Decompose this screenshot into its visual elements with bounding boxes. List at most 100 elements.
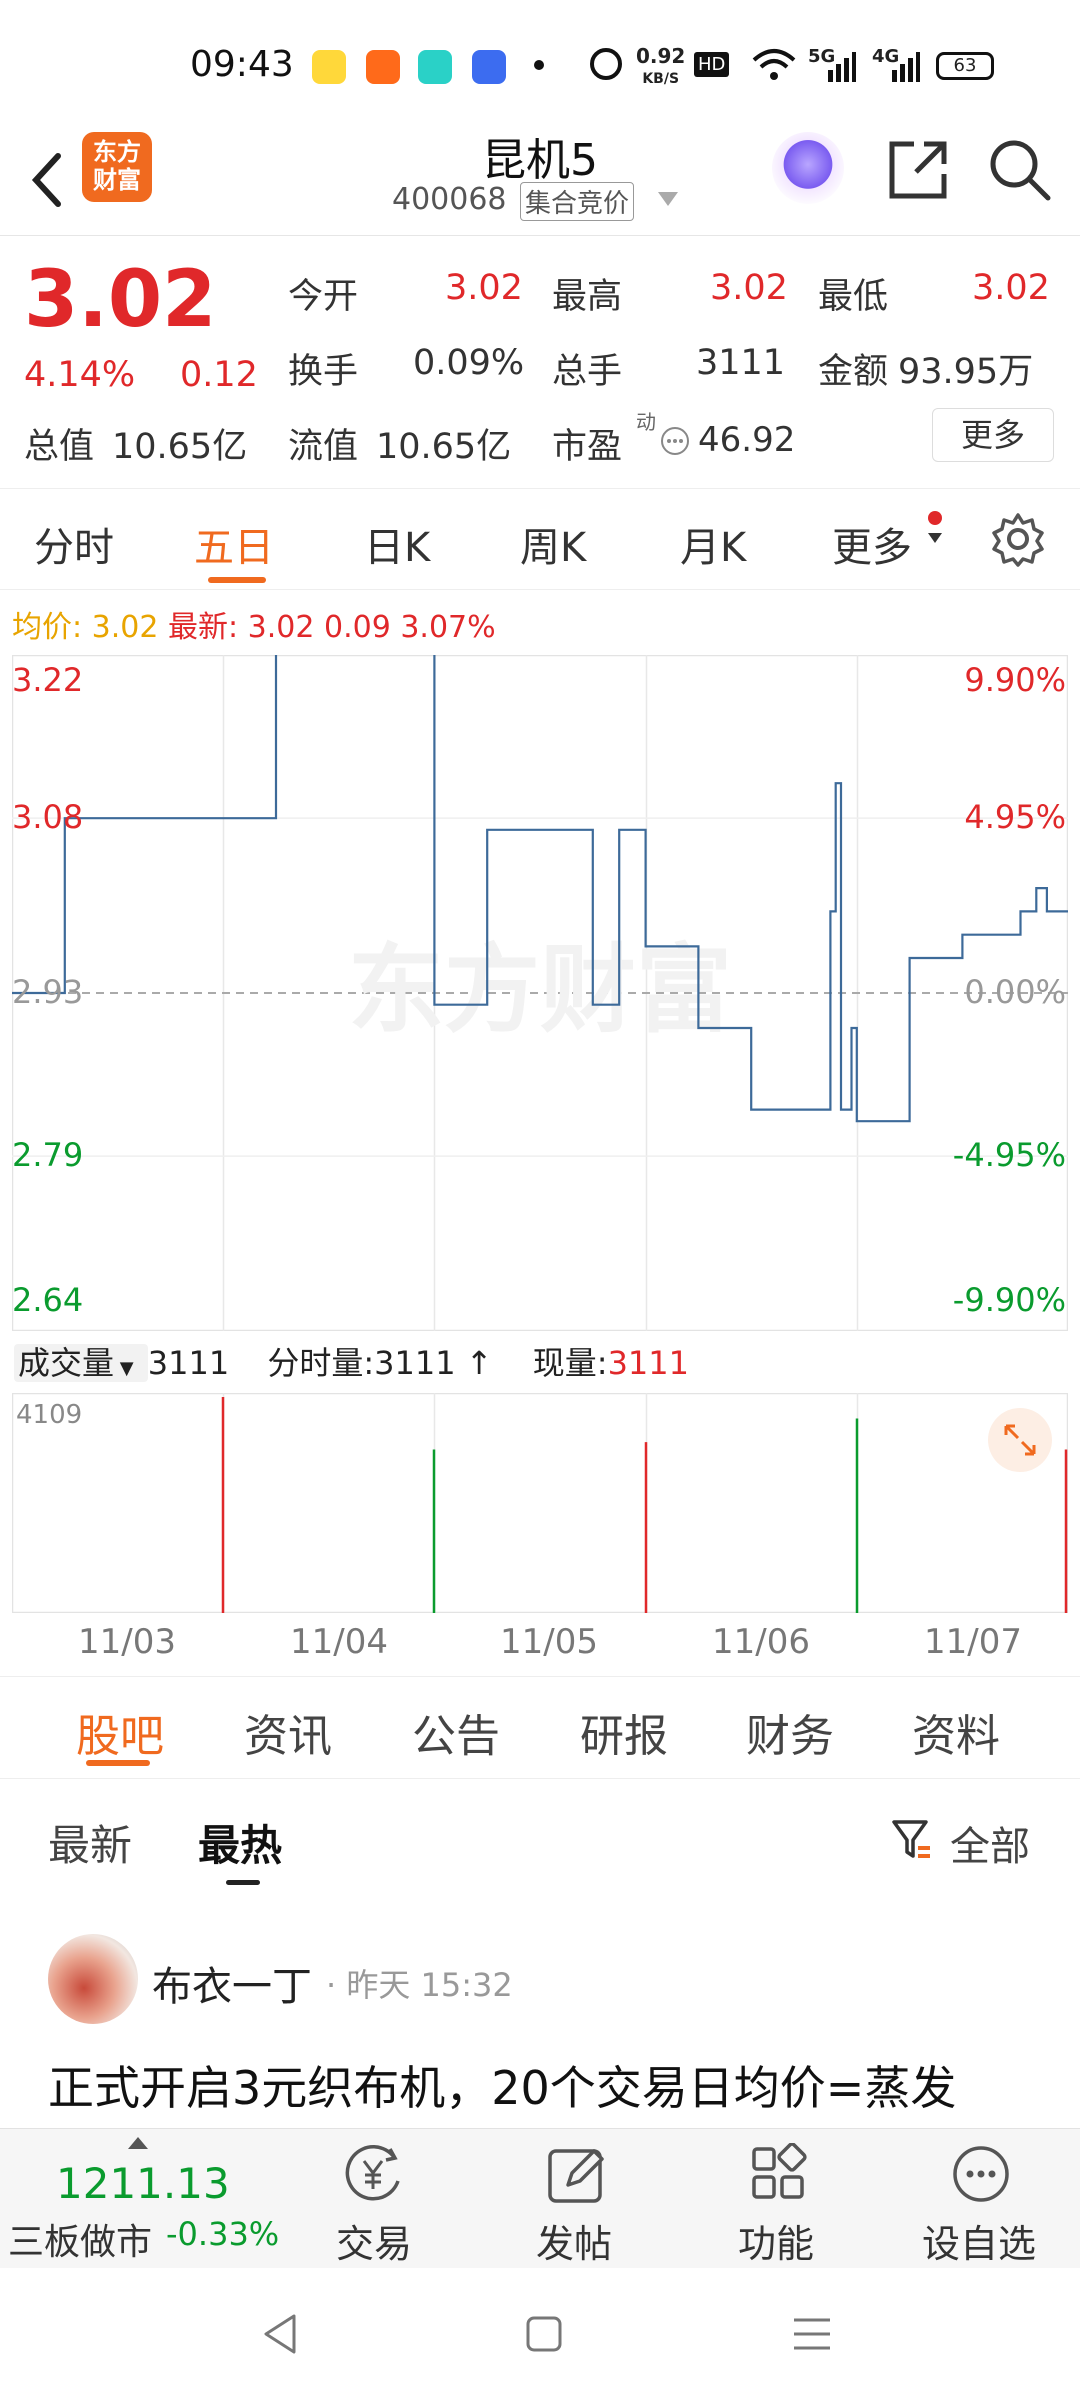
tick-volume-label: 分时量: bbox=[267, 1344, 375, 1382]
more-caret-icon bbox=[928, 533, 942, 543]
wifi-icon bbox=[752, 49, 796, 80]
trade-button[interactable]: 交易 bbox=[336, 2213, 412, 2268]
filter-all[interactable]: 全部 bbox=[950, 1814, 1030, 1872]
battery-icon: 63 bbox=[936, 52, 994, 80]
app-baidu-icon bbox=[472, 50, 506, 84]
avg-label: 均价: bbox=[12, 610, 83, 645]
pe-label: 市盈 bbox=[552, 427, 623, 467]
functions-grid-icon[interactable] bbox=[748, 2143, 810, 2205]
latest-value: 3.02 bbox=[247, 610, 315, 645]
status-bar: 09:43 0.92 KB/S HD 5G 4G 63 bbox=[0, 0, 1080, 120]
sort-latest[interactable]: 最新 bbox=[48, 1812, 132, 1873]
current-volume-value: 3111 bbox=[607, 1344, 689, 1382]
tab-more[interactable]: 更多 bbox=[832, 515, 912, 573]
volume-chart[interactable] bbox=[12, 1393, 1068, 1613]
info-dots-icon[interactable] bbox=[660, 426, 690, 456]
author-avatar[interactable] bbox=[48, 1934, 138, 2024]
volume-total: 3111 bbox=[147, 1344, 230, 1382]
expand-arrows-icon bbox=[1004, 1424, 1036, 1456]
current-volume-label: 现量: bbox=[532, 1344, 608, 1382]
auction-tag: 集合竞价 bbox=[520, 182, 635, 221]
turnover-value: 0.09% bbox=[413, 343, 525, 383]
volume-selector[interactable]: 成交量 ▼ bbox=[14, 1344, 148, 1382]
tab-profile[interactable]: 资料 bbox=[912, 1700, 1000, 1764]
tab-finance[interactable]: 财务 bbox=[746, 1700, 834, 1764]
signal-5g-icon bbox=[828, 52, 856, 82]
tab-news[interactable]: 资讯 bbox=[244, 1700, 332, 1764]
tick-volume-value: 3111 bbox=[374, 1344, 456, 1382]
news-tab-indicator bbox=[86, 1760, 150, 1766]
alarm-icon bbox=[590, 48, 622, 80]
watchlist-more-icon[interactable] bbox=[950, 2143, 1012, 2205]
y-axis-percent-label: 0.00% bbox=[964, 973, 1066, 1011]
divider bbox=[0, 1676, 1080, 1677]
quote-more-button[interactable]: 更多 bbox=[932, 408, 1054, 462]
volume-label: 总手 bbox=[552, 352, 623, 392]
amount-label: 金额 bbox=[818, 352, 889, 392]
tab-daily-k[interactable]: 日K bbox=[364, 515, 430, 573]
tab-guba[interactable]: 股吧 bbox=[76, 1700, 164, 1764]
tab-active-indicator bbox=[208, 577, 266, 583]
five-day-price-chart[interactable]: 东方财富 bbox=[12, 655, 1068, 1331]
post-button[interactable]: 发帖 bbox=[536, 2213, 612, 2268]
app-kuaishou-icon bbox=[366, 50, 400, 84]
volume-selector-label: 成交量 bbox=[18, 1344, 115, 1382]
sort-indicator bbox=[226, 1880, 260, 1885]
low-value: 3.02 bbox=[972, 268, 1050, 308]
filter-icon[interactable] bbox=[892, 1818, 932, 1862]
tab-research[interactable]: 研报 bbox=[580, 1700, 668, 1764]
sort-hot[interactable]: 最热 bbox=[198, 1812, 282, 1873]
network-speed: 0.92 KB/S bbox=[636, 44, 686, 87]
high-value: 3.02 bbox=[710, 268, 788, 308]
nav-menu-icon[interactable] bbox=[790, 2314, 834, 2354]
y-axis-percent-label: 4.95% bbox=[964, 798, 1066, 837]
nav-back-icon[interactable] bbox=[260, 2312, 300, 2356]
tab-announcements[interactable]: 公告 bbox=[412, 1700, 500, 1764]
index-expand-caret-icon[interactable] bbox=[128, 2137, 148, 2149]
latest-label: 最新: bbox=[168, 610, 239, 645]
status-time: 09:43 bbox=[190, 44, 294, 85]
pe-value: 46.92 bbox=[698, 420, 796, 460]
share-icon[interactable] bbox=[886, 138, 950, 202]
nav-home-icon[interactable] bbox=[524, 2314, 564, 2354]
expand-button[interactable] bbox=[988, 1408, 1052, 1472]
divider bbox=[0, 1778, 1080, 1779]
assistant-robot-icon[interactable] bbox=[772, 132, 844, 204]
post-edit-icon[interactable] bbox=[546, 2143, 608, 2205]
post-title[interactable]: 正式开启3元织布机，20个交易日均价=蒸发 bbox=[48, 2052, 956, 2118]
hd-icon: HD bbox=[694, 52, 730, 77]
search-icon[interactable] bbox=[988, 138, 1052, 202]
price-series-line bbox=[12, 655, 1068, 1123]
tab-intraday[interactable]: 分时 bbox=[34, 515, 114, 573]
chart-tabs: 分时 五日 日K 周K 月K 更多 bbox=[0, 488, 1080, 590]
index-value[interactable]: 1211.13 bbox=[56, 2159, 230, 2208]
trade-yen-icon[interactable] bbox=[342, 2143, 408, 2205]
y-axis-percent-label: -4.95% bbox=[952, 1136, 1066, 1175]
functions-button[interactable]: 功能 bbox=[738, 2213, 814, 2268]
high-label: 最高 bbox=[552, 277, 623, 317]
avg-value: 3.02 bbox=[91, 610, 159, 645]
low-label: 最低 bbox=[818, 277, 889, 317]
open-label: 今开 bbox=[288, 277, 359, 317]
settings-gear-icon[interactable] bbox=[990, 511, 1046, 567]
date-label: 11/03 bbox=[78, 1622, 176, 1662]
y-axis-price-label: 2.93 bbox=[12, 973, 84, 1011]
index-name[interactable]: 三板做市 bbox=[8, 2213, 152, 2265]
date-label: 11/07 bbox=[924, 1622, 1022, 1662]
add-watchlist-button[interactable]: 设自选 bbox=[922, 2213, 1036, 2268]
tab-weekly-k[interactable]: 周K bbox=[520, 515, 586, 573]
change-amount: 0.12 bbox=[180, 355, 258, 395]
tab-five-day[interactable]: 五日 bbox=[194, 515, 274, 573]
date-label: 11/05 bbox=[500, 1622, 598, 1662]
mktcap-label: 总值 bbox=[24, 427, 95, 467]
author-name[interactable]: 布衣一丁 bbox=[152, 1954, 312, 2012]
index-change: -0.33% bbox=[166, 2215, 280, 2253]
dropdown-triangle-icon[interactable] bbox=[658, 192, 678, 206]
notification-dot-icon bbox=[534, 60, 544, 70]
y-axis-price-label: 2.64 bbox=[12, 1281, 84, 1319]
tab-monthly-k[interactable]: 月K bbox=[680, 515, 746, 573]
signal-4g-icon bbox=[892, 52, 920, 82]
more-red-dot-icon bbox=[928, 511, 942, 525]
stock-header: 东方 财富 昆机5 400068 集合竞价 bbox=[0, 120, 1080, 236]
turnover-label: 换手 bbox=[288, 352, 359, 392]
